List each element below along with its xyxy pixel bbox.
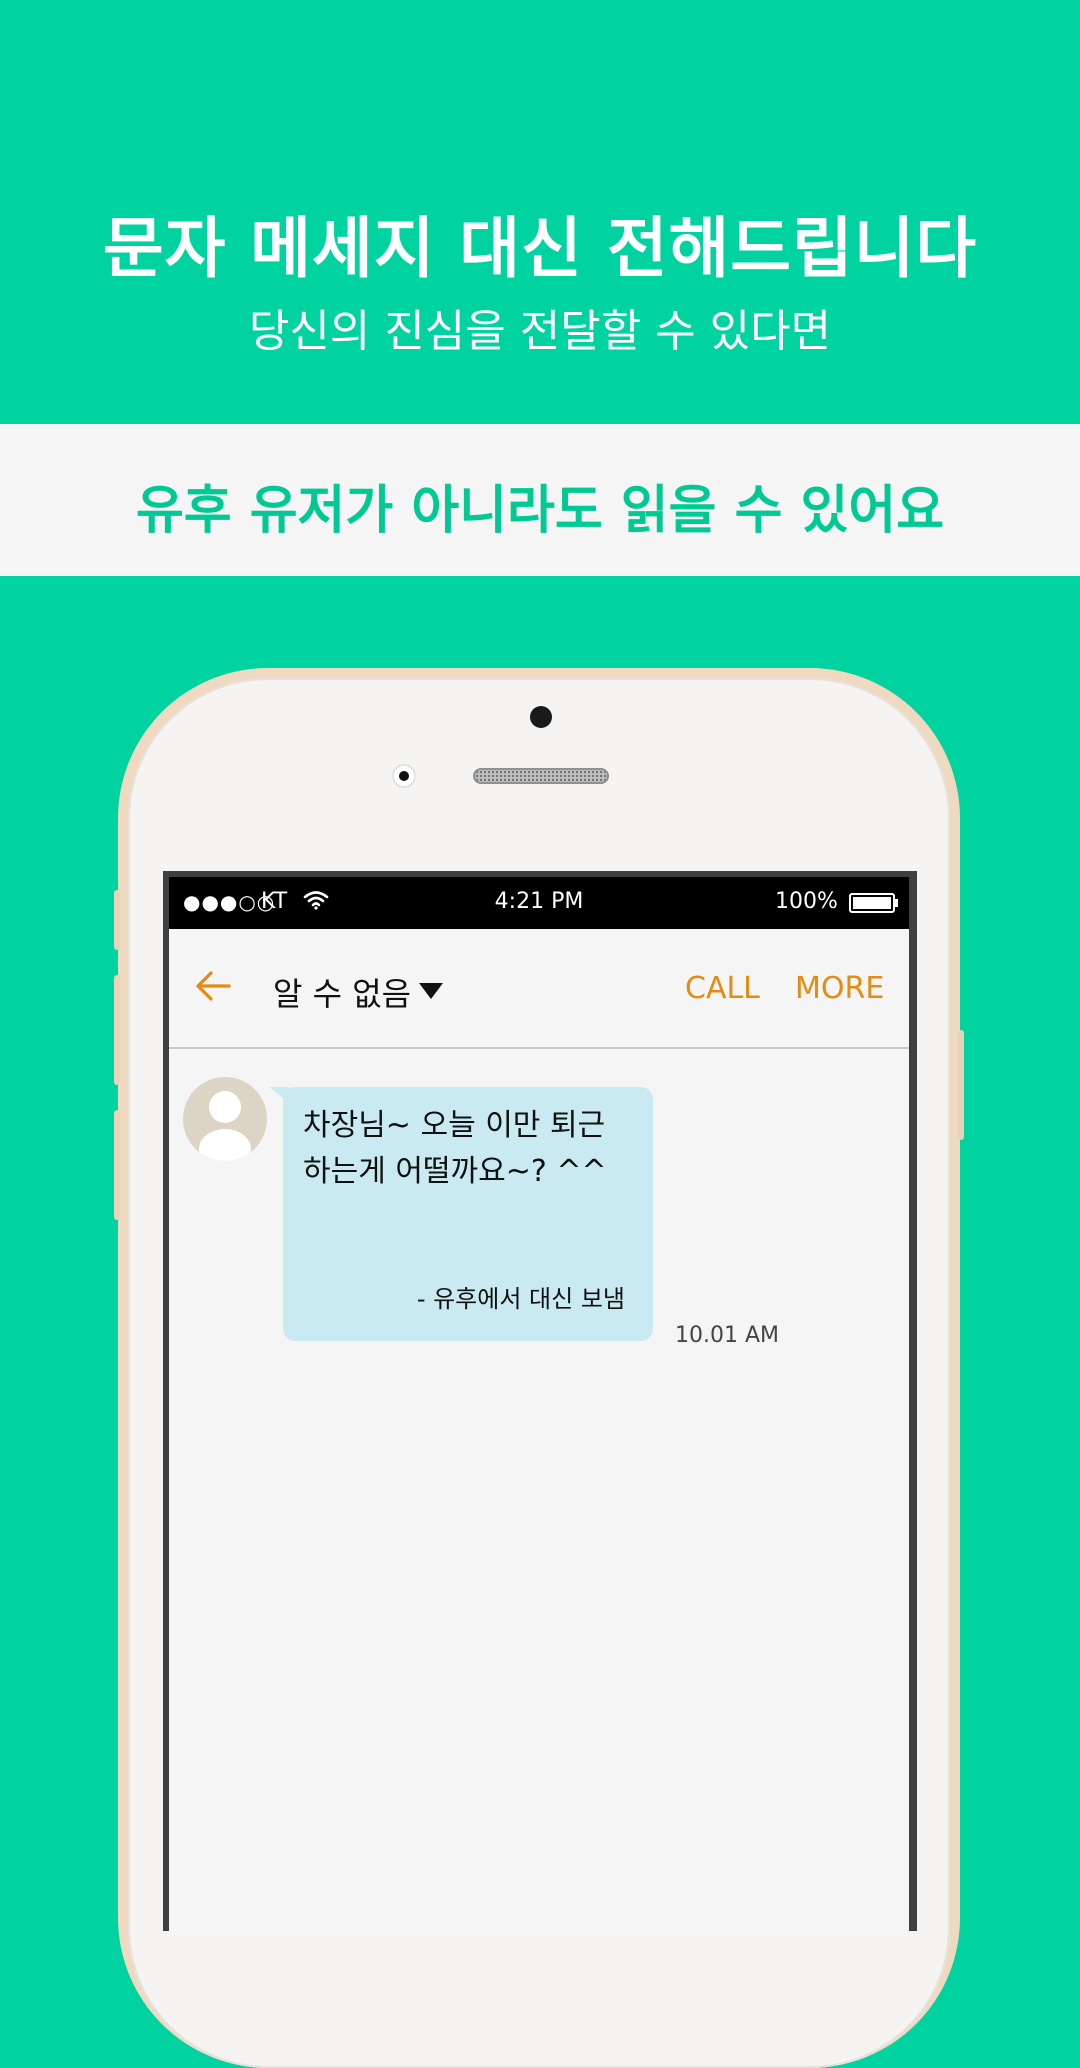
feature-banner: 유후 유저가 아니라도 읽을 수 있어요: [0, 424, 1080, 576]
message-line-1: 차장님~ 오늘 이만 퇴근: [303, 1108, 606, 1143]
volume-down-button: [114, 975, 120, 1085]
phone-screen: ●●●○○ KT 4:21 PM 100% 알 수 없음 CALL MORE 차…: [163, 871, 917, 1937]
avatar[interactable]: [183, 1077, 267, 1161]
caret-down-icon[interactable]: [419, 983, 443, 999]
contact-name[interactable]: 알 수 없음: [273, 969, 411, 1015]
more-button[interactable]: MORE: [795, 971, 884, 1006]
person-icon: [199, 1091, 251, 1161]
message-bubble[interactable]: 차장님~ 오늘 이만 퇴근 하는게 어떨까요~? ^^ - 유후에서 대신 보냄: [283, 1087, 653, 1341]
screen-content: ●●●○○ KT 4:21 PM 100% 알 수 없음 CALL MORE 차…: [169, 877, 909, 1937]
back-arrow-icon[interactable]: [193, 966, 233, 1006]
proximity-sensor: [392, 764, 416, 788]
hero-title: 문자 메세지 대신 전해드립니다: [102, 210, 978, 287]
message-text: 차장님~ 오늘 이만 퇴근 하는게 어떨까요~? ^^: [303, 1103, 643, 1195]
volume-up-button: [114, 890, 120, 950]
volume-button-lower: [114, 1110, 120, 1220]
battery-percent: 100%: [775, 889, 838, 914]
status-bar: ●●●○○ KT 4:21 PM 100%: [169, 877, 909, 929]
front-camera: [530, 706, 552, 728]
message-signature: - 유후에서 대신 보냄: [416, 1285, 625, 1313]
message-line-2: 하는게 어떨까요~? ^^: [303, 1154, 607, 1189]
battery-icon: [849, 893, 898, 913]
hero-subtitle: 당신의 진심을 전달할 수 있다면: [248, 306, 832, 357]
call-button[interactable]: CALL: [685, 971, 760, 1006]
message-timestamp: 10.01 AM: [675, 1323, 780, 1348]
power-button: [958, 1030, 964, 1140]
banner-text: 유후 유저가 아니라도 읽을 수 있어요: [135, 481, 945, 541]
earpiece-speaker: [473, 768, 609, 784]
chat-header: 알 수 없음 CALL MORE: [169, 929, 909, 1049]
